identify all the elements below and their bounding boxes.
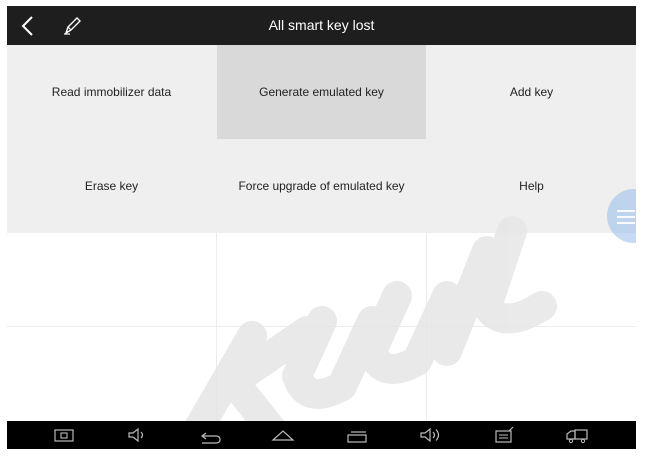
screenshot-icon (54, 429, 74, 442)
force-upgrade-emulated-key-button[interactable]: Force upgrade of emulated key (217, 139, 426, 233)
app-screen: All smart key lost Read immobilizer data… (7, 6, 636, 449)
truck-icon (566, 429, 588, 444)
home-icon (271, 430, 295, 441)
grid-divider (216, 233, 217, 421)
page-title: All smart key lost (268, 17, 375, 33)
nav-back-button[interactable] (197, 424, 223, 446)
help-button[interactable]: Help (427, 139, 636, 233)
nav-home-button[interactable] (270, 424, 296, 446)
volume-up-button[interactable] (417, 424, 443, 446)
vci-button[interactable] (491, 424, 517, 446)
volume-up-icon (420, 427, 440, 443)
chevron-left-icon (21, 16, 33, 36)
truck-button[interactable] (564, 424, 590, 446)
back-button[interactable] (15, 12, 41, 40)
erase-key-button[interactable]: Erase key (7, 139, 216, 233)
read-immobilizer-data-button[interactable]: Read immobilizer data (7, 45, 216, 139)
nav-recent-apps-button[interactable] (344, 424, 370, 446)
edit-button[interactable] (59, 13, 85, 39)
volume-down-icon (128, 427, 144, 443)
function-menu: Read immobilizer data Generate emulated … (7, 45, 636, 233)
handle-line (617, 210, 635, 212)
grid-divider (426, 233, 427, 421)
generate-emulated-key-button[interactable]: Generate emulated key (217, 45, 426, 139)
handle-line (617, 216, 635, 218)
grid-divider (7, 326, 636, 327)
recent-apps-icon (347, 431, 367, 443)
empty-grid-area (7, 233, 636, 421)
title-bar: All smart key lost (7, 6, 636, 45)
pencil-icon (64, 17, 81, 35)
vci-icon (495, 426, 514, 443)
volume-down-button[interactable] (123, 424, 149, 446)
screenshot-button[interactable] (51, 424, 77, 446)
handle-line (617, 222, 635, 224)
add-key-button[interactable]: Add key (427, 45, 636, 139)
system-navigation-bar (7, 421, 636, 449)
back-icon (201, 432, 221, 444)
